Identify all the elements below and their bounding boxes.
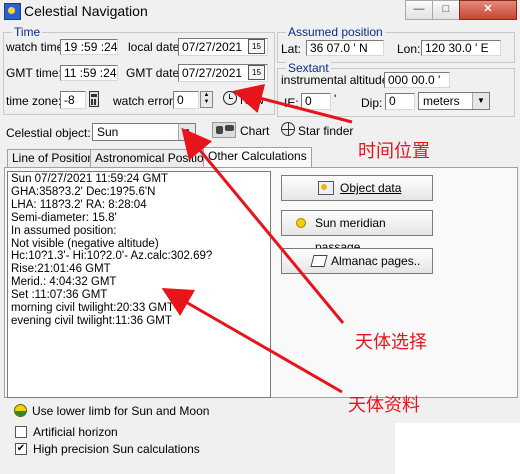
- annotation-object-select: 天体选择: [355, 332, 427, 352]
- arrow-object-select: [181, 127, 345, 324]
- annotation-arrows: [161, 83, 353, 394]
- main-window: Celestial Navigation — □ ✕ Time watch ti…: [0, 0, 520, 474]
- annotation-object-data: 天体资料: [348, 395, 420, 415]
- arrow-time-position: [232, 83, 353, 124]
- arrow-object-data: [161, 288, 343, 394]
- annotation-time-position: 时间位置: [358, 141, 430, 161]
